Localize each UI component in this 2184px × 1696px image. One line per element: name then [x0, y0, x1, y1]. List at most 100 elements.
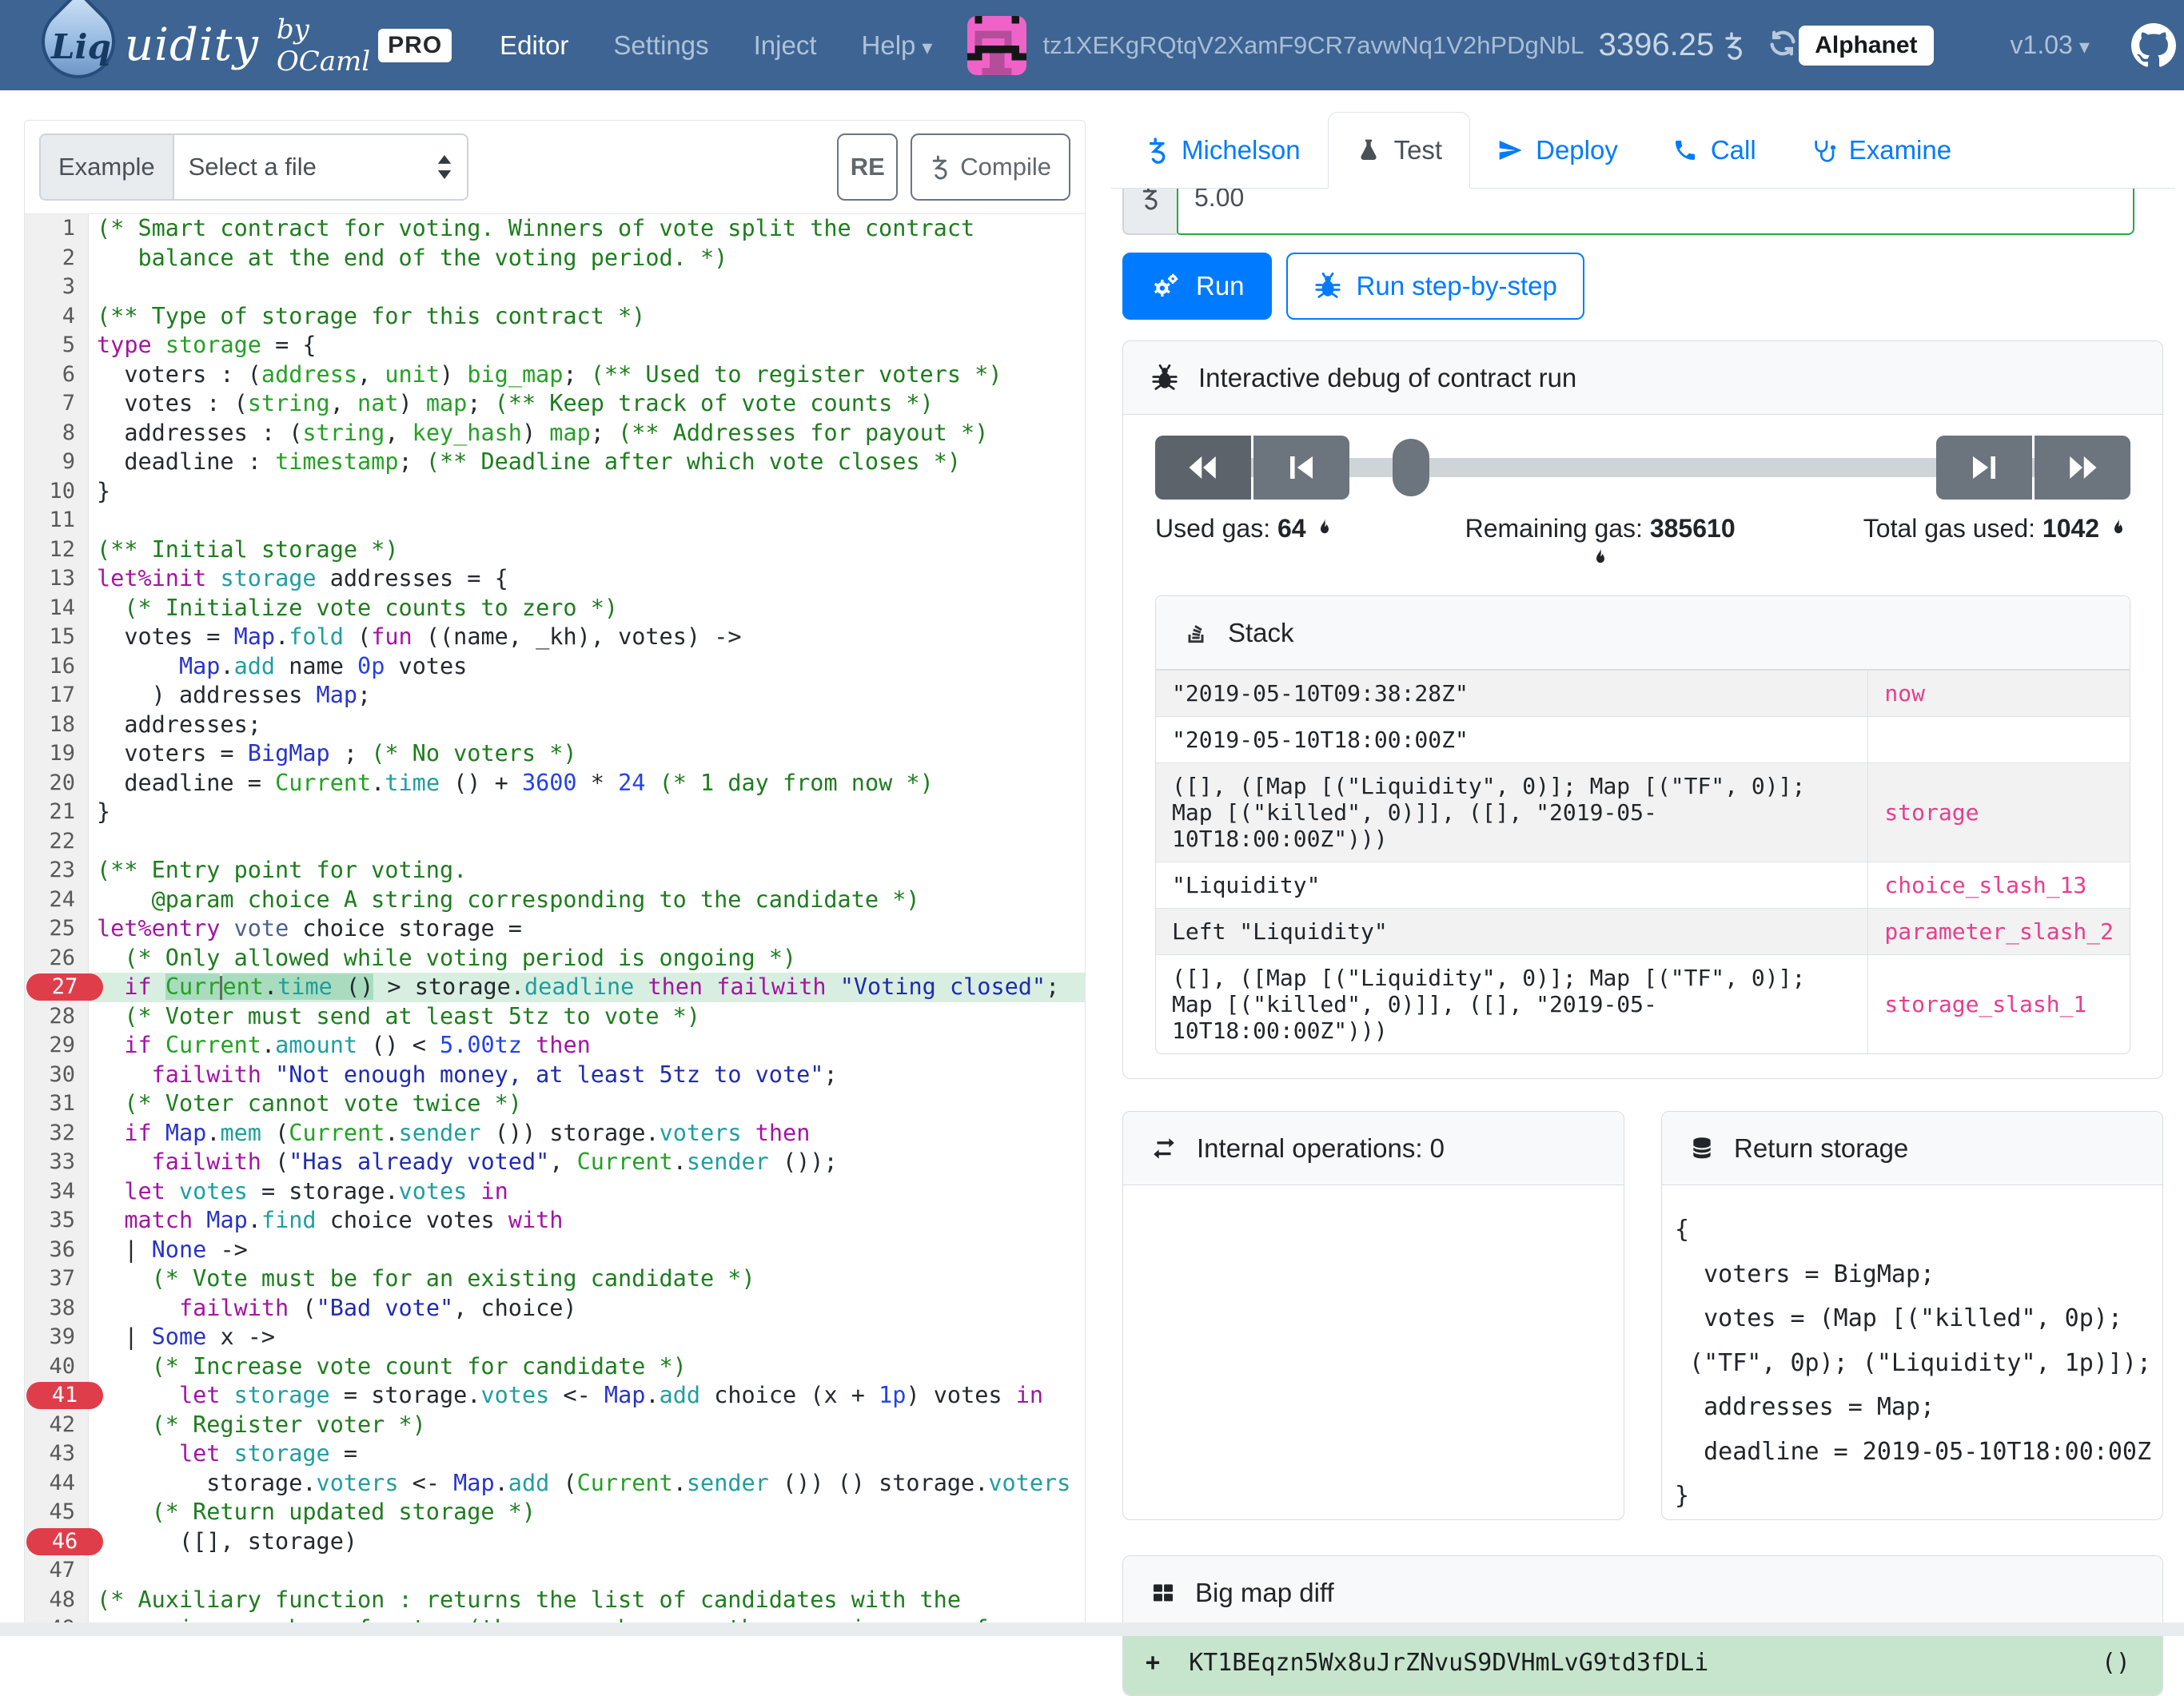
line-number-gutter[interactable]: 46: [25, 1527, 89, 1557]
line-number-gutter[interactable]: 14: [25, 594, 89, 623]
line-number-gutter[interactable]: 39: [25, 1323, 89, 1352]
line-number-gutter[interactable]: 44: [25, 1469, 89, 1499]
code-line[interactable]: 30 failwith "Not enough money, at least …: [25, 1061, 1085, 1090]
code-line[interactable]: 10}: [25, 477, 1085, 507]
line-number-gutter[interactable]: 36: [25, 1236, 89, 1265]
line-number-gutter[interactable]: 33: [25, 1148, 89, 1177]
code-line[interactable]: 9 deadline : timestamp; (** Deadline aft…: [25, 448, 1085, 477]
page-bottom-scroll-strip[interactable]: [0, 1622, 2184, 1636]
line-number-gutter[interactable]: 9: [25, 448, 89, 477]
line-number-gutter[interactable]: 11: [25, 506, 89, 535]
line-number-gutter[interactable]: 22: [25, 827, 89, 857]
code-line[interactable]: 21}: [25, 798, 1085, 827]
account-avatar[interactable]: [967, 16, 1026, 75]
breakpoint-badge[interactable]: 41: [26, 1382, 103, 1409]
code-line[interactable]: 19 voters = BigMap ; (* No voters *): [25, 739, 1085, 769]
compile-button[interactable]: Compile: [911, 133, 1070, 201]
line-number-gutter[interactable]: 41: [25, 1381, 89, 1411]
line-number-gutter[interactable]: 12: [25, 535, 89, 565]
code-line[interactable]: 40 (* Increase vote count for candidate …: [25, 1352, 1085, 1382]
code-line[interactable]: 3: [25, 273, 1085, 302]
line-number-gutter[interactable]: 20: [25, 769, 89, 798]
line-number-gutter[interactable]: 34: [25, 1177, 89, 1207]
code-line[interactable]: 27 if Current.time () > storage.deadline…: [25, 973, 1085, 1002]
nav-item-help[interactable]: Help▾: [862, 30, 933, 61]
line-number-gutter[interactable]: 8: [25, 419, 89, 448]
code-line[interactable]: 17 ) addresses Map;: [25, 681, 1085, 711]
step-forward-button[interactable]: [1936, 436, 2032, 500]
code-line[interactable]: 11: [25, 506, 1085, 535]
line-number-gutter[interactable]: 38: [25, 1294, 89, 1324]
line-number-gutter[interactable]: 18: [25, 711, 89, 740]
tz-address[interactable]: tz1XEKgRQtqV2XamF9CR7avwNq1V2hPDgNbL: [1042, 31, 1584, 60]
line-number-gutter[interactable]: 3: [25, 273, 89, 302]
line-number-gutter[interactable]: 25: [25, 914, 89, 944]
line-number-gutter[interactable]: 10: [25, 477, 89, 507]
line-number-gutter[interactable]: 15: [25, 623, 89, 652]
nav-item-inject[interactable]: Inject: [754, 30, 817, 61]
code-line[interactable]: 28 (* Voter must send at least 5tz to vo…: [25, 1002, 1085, 1032]
code-line[interactable]: 39 | Some x ->: [25, 1323, 1085, 1352]
code-line[interactable]: 2 balance at the end of the voting perio…: [25, 244, 1085, 273]
code-line[interactable]: 23(** Entry point for voting.: [25, 856, 1085, 886]
fast-backward-button[interactable]: [1155, 436, 1251, 500]
line-number-gutter[interactable]: 21: [25, 798, 89, 827]
line-number-gutter[interactable]: 6: [25, 360, 89, 390]
refresh-icon[interactable]: [1767, 27, 1799, 63]
code-line[interactable]: 37 (* Vote must be for an existing candi…: [25, 1264, 1085, 1294]
github-icon[interactable]: [2131, 23, 2176, 68]
code-line[interactable]: 26 (* Only allowed while voting period i…: [25, 944, 1085, 973]
file-select[interactable]: Select a file: [173, 133, 468, 201]
code-line[interactable]: 32 if Map.mem (Current.sender ()) storag…: [25, 1119, 1085, 1149]
tab-michelson[interactable]: Michelson: [1119, 112, 1328, 188]
code-line[interactable]: 41 let storage = storage.votes <- Map.ad…: [25, 1381, 1085, 1411]
line-number-gutter[interactable]: 4: [25, 302, 89, 332]
code-line[interactable]: 13let%init storage addresses = {: [25, 564, 1085, 594]
line-number-gutter[interactable]: 27: [25, 973, 89, 1002]
code-line[interactable]: 20 deadline = Current.time () + 3600 * 2…: [25, 769, 1085, 798]
code-line[interactable]: 12(** Initial storage *): [25, 535, 1085, 565]
line-number-gutter[interactable]: 32: [25, 1119, 89, 1149]
code-line[interactable]: 1(* Smart contract for voting. Winners o…: [25, 214, 1085, 244]
code-line[interactable]: 24 @param choice A string corresponding …: [25, 886, 1085, 915]
reason-syntax-button[interactable]: RE: [837, 133, 898, 201]
line-number-gutter[interactable]: 19: [25, 739, 89, 769]
code-line[interactable]: 38 failwith ("Bad vote", choice): [25, 1294, 1085, 1324]
code-line[interactable]: 4(** Type of storage for this contract *…: [25, 302, 1085, 332]
line-number-gutter[interactable]: 37: [25, 1264, 89, 1294]
line-number-gutter[interactable]: 2: [25, 244, 89, 273]
line-number-gutter[interactable]: 29: [25, 1031, 89, 1061]
line-number-gutter[interactable]: 13: [25, 564, 89, 594]
tab-examine[interactable]: Examine: [1783, 112, 1979, 188]
line-number-gutter[interactable]: 31: [25, 1089, 89, 1119]
line-number-gutter[interactable]: 24: [25, 886, 89, 915]
code-line[interactable]: 43 let storage =: [25, 1439, 1085, 1469]
code-line[interactable]: 22: [25, 827, 1085, 857]
debug-slider-handle[interactable]: [1393, 439, 1429, 496]
code-line[interactable]: 44 storage.voters <- Map.add (Current.se…: [25, 1469, 1085, 1499]
code-line[interactable]: 6 voters : (address, unit) big_map; (** …: [25, 360, 1085, 390]
line-number-gutter[interactable]: 48: [25, 1586, 89, 1615]
line-number-gutter[interactable]: 35: [25, 1206, 89, 1236]
code-line[interactable]: 33 failwith ("Has already voted", Curren…: [25, 1148, 1085, 1177]
tab-test[interactable]: Test: [1328, 112, 1471, 189]
line-number-gutter[interactable]: 5: [25, 331, 89, 360]
network-badge[interactable]: Alphanet: [1799, 26, 1933, 66]
line-number-gutter[interactable]: 26: [25, 944, 89, 973]
code-line[interactable]: 7 votes : (string, nat) map; (** Keep tr…: [25, 389, 1085, 419]
line-number-gutter[interactable]: 43: [25, 1439, 89, 1469]
breakpoint-badge[interactable]: 27: [26, 973, 103, 1001]
line-number-gutter[interactable]: 28: [25, 1002, 89, 1032]
code-line[interactable]: 14 (* Initialize vote counts to zero *): [25, 594, 1085, 623]
line-number-gutter[interactable]: 42: [25, 1411, 89, 1440]
amount-input[interactable]: 5.00: [1177, 189, 2134, 235]
liquidity-logo[interactable]: Liq uidity by OCaml PRO: [27, 0, 452, 90]
step-backward-button[interactable]: [1253, 436, 1349, 500]
line-number-gutter[interactable]: 47: [25, 1556, 89, 1586]
code-line[interactable]: 36 | None ->: [25, 1236, 1085, 1265]
run-step-by-step-button[interactable]: Run step-by-step: [1286, 253, 1584, 320]
run-button[interactable]: Run: [1122, 253, 1272, 320]
code-line[interactable]: 45 (* Return updated storage *): [25, 1498, 1085, 1527]
line-number-gutter[interactable]: 7: [25, 389, 89, 419]
code-line[interactable]: 31 (* Voter cannot vote twice *): [25, 1089, 1085, 1119]
